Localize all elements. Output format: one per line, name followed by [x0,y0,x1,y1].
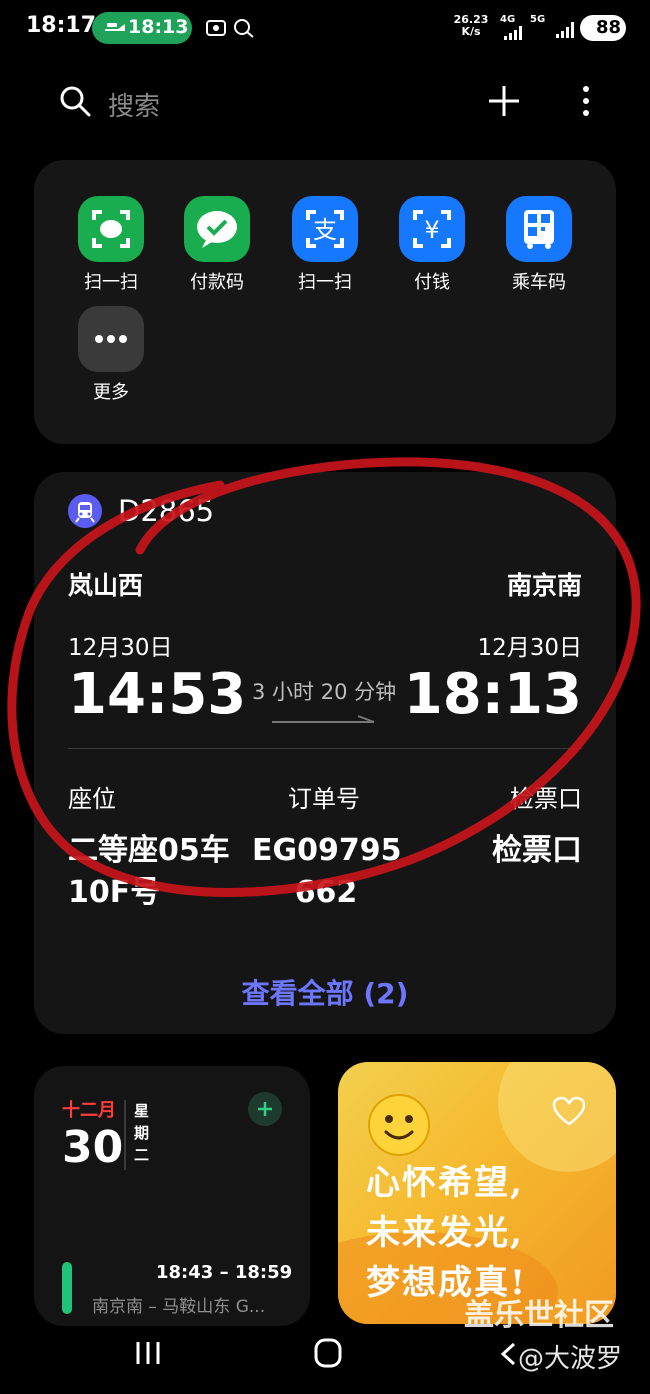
alipay-pay-icon: ¥ [399,196,465,262]
order-value-line2: 662 [294,875,358,910]
seat-value: 二等座05车 10F号 [68,830,230,914]
more-options-icon[interactable] [576,84,596,118]
chat-search-icon [234,19,254,38]
departure-station: 岚山西 [68,571,144,600]
gate-value: 检票口 [492,833,582,868]
wechat-pay-icon [184,196,250,262]
seat-value-line2: 10F号 [68,875,161,910]
train-app-icon [68,494,102,528]
departure-date: 12月30日 [68,635,173,661]
event-color-bar [62,1262,72,1314]
quote-line: 未来发光, [366,1213,524,1253]
weekday-char: 星 [134,1102,150,1120]
trip-duration: 3 小时 20 分钟 [252,680,397,704]
screen-record-icon [206,20,226,36]
train-number: D2865 [118,494,215,528]
status-time: 18:17 [26,13,97,38]
calendar-day: 30 [62,1122,124,1173]
divider [68,748,582,749]
app-label: 扫一扫 [84,272,138,293]
signal-icon-2 [556,22,574,38]
app-alipay-scan[interactable]: 支 扫一扫 [280,196,370,294]
quote-text: 心怀希望, 未来发光, 梦想成真! [366,1158,527,1308]
event-time: 18:43 – 18:59 [156,1262,293,1283]
app-alipay-pay[interactable]: ¥ 付钱 [387,196,477,294]
add-icon[interactable] [487,84,521,118]
pill-time: 18:13 [128,16,189,38]
app-bus-code[interactable]: 乘车码 [494,196,584,294]
net-speed: 26.23 K/s [452,14,490,38]
quote-line: 心怀希望, [366,1163,524,1203]
order-label: 订单号 [288,785,360,813]
arrival-date: 12月30日 [477,635,582,661]
wechat-scan-icon [78,196,144,262]
back-icon[interactable] [500,1342,516,1366]
seat-label: 座位 [68,785,116,813]
calendar-weekday: 星 期 二 [134,1100,152,1166]
app-label: 付款码 [190,272,244,293]
calendar-month: 十二月 [62,1100,116,1121]
add-event-button[interactable] [248,1092,282,1126]
network-5g: 5G [530,14,546,25]
app-label: 更多 [93,382,129,403]
arrival-time: 18:13 [403,662,582,727]
home-icon[interactable] [314,1338,342,1368]
arrow-right-icon [272,715,375,723]
bus-code-icon [506,196,572,262]
network-4g: 4G [500,14,516,25]
signal-icon [504,26,522,40]
svg-text:支: 支 [313,216,337,244]
plus-icon [258,1102,272,1116]
order-value-line1: EG09795 [252,833,402,868]
seat-value-line1: 二等座05车 [68,833,230,868]
search-icon[interactable] [58,84,92,118]
alipay-scan-icon: 支 [292,196,358,262]
see-all-tickets-button[interactable]: 查看全部 (2) [0,972,650,1012]
more-dots-icon [78,306,144,372]
battery-level: 88 [596,17,622,38]
app-wechat-pay[interactable]: 付款码 [172,196,262,294]
gate-label: 检票口 [510,785,582,813]
heart-icon[interactable] [552,1096,586,1126]
calendar-separator [124,1100,126,1170]
departure-time: 14:53 [68,662,247,727]
watermark-community: 盖乐世社区 [464,1298,614,1333]
app-label: 乘车码 [512,272,566,293]
search-input[interactable]: 搜索 [108,86,160,123]
app-wechat-scan[interactable]: 扫一扫 [66,196,156,294]
order-value: EG09795 662 [252,830,402,914]
recent-apps-icon[interactable] [134,1340,162,1366]
app-label: 付钱 [414,272,450,293]
app-label: 扫一扫 [298,272,352,293]
arrival-station: 南京南 [506,571,582,600]
svg-text:¥: ¥ [424,216,439,244]
net-speed-unit: K/s [461,25,481,38]
train-ticket-card[interactable] [34,472,616,1034]
weekday-char: 期 [134,1124,150,1142]
smiley-face-icon [368,1094,430,1156]
event-title[interactable]: 南京南 – 马鞍山东 G... [92,1292,265,1317]
train-pill-icon [105,23,125,31]
weekday-char: 二 [134,1146,150,1164]
app-more[interactable]: 更多 [66,306,156,404]
watermark-author: @大波罗 [518,1344,623,1374]
